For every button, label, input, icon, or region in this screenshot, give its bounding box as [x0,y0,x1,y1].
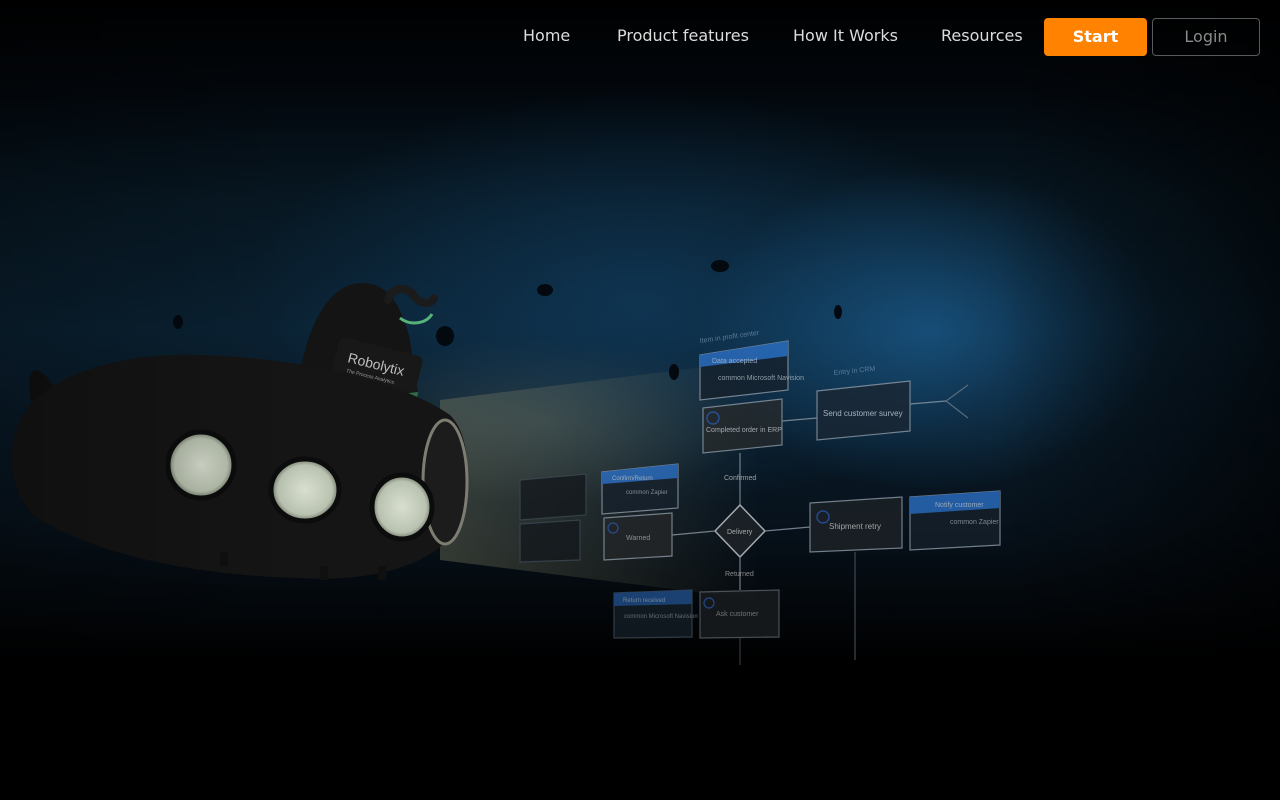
top-navigation: Home Product features How It Works Resou… [0,18,1280,56]
diagram-returned-label: Returned [725,571,754,578]
login-button[interactable]: Login [1152,18,1260,56]
diagram-zapier-app: common Zapier [950,519,999,526]
diagram-confirmed-label: Confirmed [724,475,756,482]
diagram-bottom-app: common Microsoft Navision [624,614,698,620]
hero-illustration: Robolytix The Process Analytics Item in … [11,260,1001,665]
diagram-crm-note: Entry in CRM [833,366,875,377]
diagram-top-note: Item in profit center [699,330,760,345]
nav-link-home[interactable]: Home [523,18,570,56]
diagram-left-app: common Zapier [626,490,668,496]
diagram-erp-header: Data accepted [712,358,757,365]
diagram-zapier-header: Notify customer [935,502,984,509]
diagram-delivery-node: Delivery [727,529,753,536]
diagram-shipment-retry: Shipment retry [829,522,881,531]
diagram-survey-node: Send customer survey [823,409,903,418]
diagram-left-node: Warned [626,535,650,542]
nav-link-product-features[interactable]: Product features [617,18,749,56]
diagram-erp-node: Completed order in ERP [706,427,782,434]
nav-link-resources[interactable]: Resources [941,18,1023,56]
submarine-illustration: Robolytix The Process Analytics [11,282,469,580]
diagram-bottom-header: Return received [623,598,665,604]
diagram-left-header: Confirm/Return [612,476,653,482]
nav-link-how-it-works[interactable]: How It Works [793,18,898,56]
start-button[interactable]: Start [1044,18,1147,56]
diagram-erp-app: common Microsoft Navision [718,375,804,382]
hero-section: Robolytix The Process Analytics Item in … [0,0,1280,800]
diagram-bottom-node: Ask customer [716,611,759,618]
